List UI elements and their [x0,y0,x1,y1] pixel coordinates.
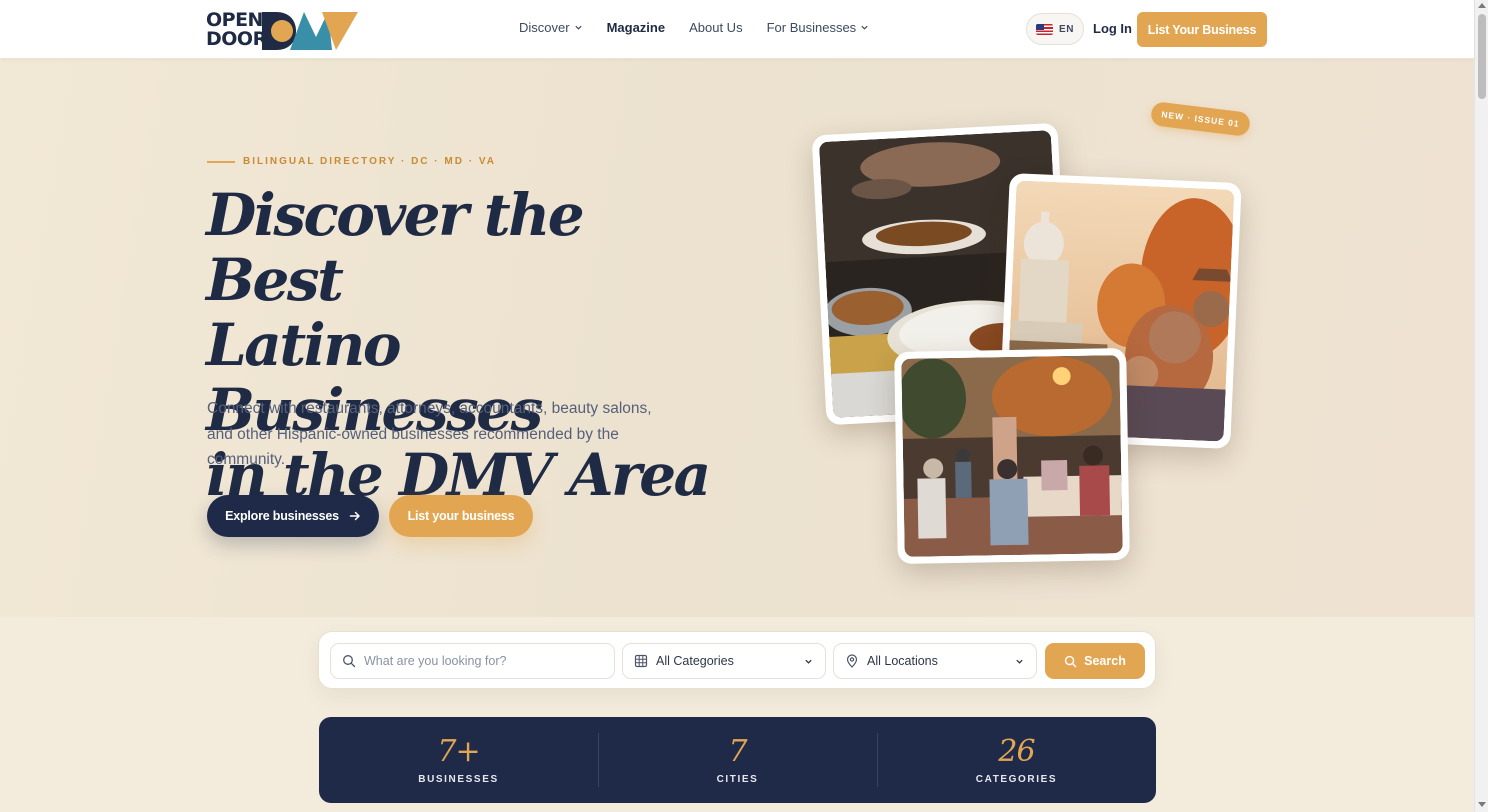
search-button[interactable]: Search [1045,643,1145,679]
top-navbar: OPEN DOOR Discover Magazine About Us For… [0,0,1474,59]
eyebrow-divider [207,160,235,163]
nav-for-businesses[interactable]: For Businesses [767,20,870,35]
chevron-down-icon [861,25,868,30]
scroll-down-arrow-icon[interactable] [1478,802,1486,807]
search-input[interactable]: What are you looking for? [330,643,615,679]
eyebrow-text: BILINGUAL DIRECTORY · DC · MD · VA [243,156,496,167]
list-your-business-hero-button[interactable]: List your business [389,495,533,537]
category-value: All Categories [656,654,734,668]
nav-discover-label: Discover [519,20,570,35]
stat-businesses: 7+ BUSINESSES [319,717,598,803]
main-nav: Discover Magazine About Us For Businesse… [519,20,869,35]
stat-businesses-label: BUSINESSES [418,774,499,785]
page-scrollbar[interactable] [1474,0,1488,812]
us-flag-icon [1036,23,1054,35]
chevron-down-icon [1016,659,1023,664]
dmv-logo-mark [262,12,358,50]
search-button-label: Search [1084,654,1126,668]
stat-categories-label: CATEGORIES [975,774,1058,785]
search-placeholder: What are you looking for? [364,654,507,668]
nav-for-businesses-label: For Businesses [766,20,857,35]
logo-wordmark: OPEN DOOR [206,9,267,50]
map-pin-icon [846,654,858,668]
language-switcher[interactable]: EN [1026,13,1084,45]
search-icon [343,655,356,668]
search-icon [1065,655,1077,667]
list-your-business-button[interactable]: List Your Business [1137,12,1267,47]
scrollbar-thumb[interactable] [1478,14,1486,99]
nav-magazine[interactable]: Magazine [607,20,666,35]
nav-about-label: About Us [689,20,743,35]
site-logo[interactable]: OPEN DOOR [206,9,360,51]
search-bar: What are you looking for? All Categories… [318,631,1156,689]
scroll-up-arrow-icon[interactable] [1478,3,1486,8]
chevron-down-icon [574,25,582,30]
stat-cities: 7 CITIES [598,717,877,803]
nav-about-us[interactable]: About Us [689,20,742,35]
chevron-down-icon [805,659,812,664]
location-value: All Locations [867,654,938,668]
nav-discover[interactable]: Discover [519,20,583,35]
nav-magazine-label: Magazine [606,20,666,35]
stat-categories-value: 26 [998,734,1035,769]
stat-cities-value: 7 [728,734,747,769]
street-gathering-photo [894,347,1130,565]
stats-panel: 7+ BUSINESSES 7 CITIES 26 CATEGORIES [319,717,1156,803]
stat-cities-label: CITIES [716,774,759,785]
category-select[interactable]: All Categories [622,643,826,679]
hero-eyebrow: BILINGUAL DIRECTORY · DC · MD · VA [207,156,496,167]
explore-label: Explore businesses [225,509,339,523]
stat-categories: 26 CATEGORIES [877,717,1156,803]
location-select[interactable]: All Locations [833,643,1037,679]
explore-businesses-button[interactable]: Explore businesses [207,495,379,537]
headline-line-1: Discover the Best [206,181,585,314]
grid-icon [634,654,648,668]
login-link[interactable]: Log In [1093,21,1132,36]
language-code: EN [1059,23,1074,35]
stat-businesses-value: 7+ [437,734,480,769]
street-gathering-photo-image [901,355,1123,557]
arrow-right-icon [349,511,360,521]
hero-subtitle: Connect with restaurants, attorneys, acc… [207,400,652,468]
